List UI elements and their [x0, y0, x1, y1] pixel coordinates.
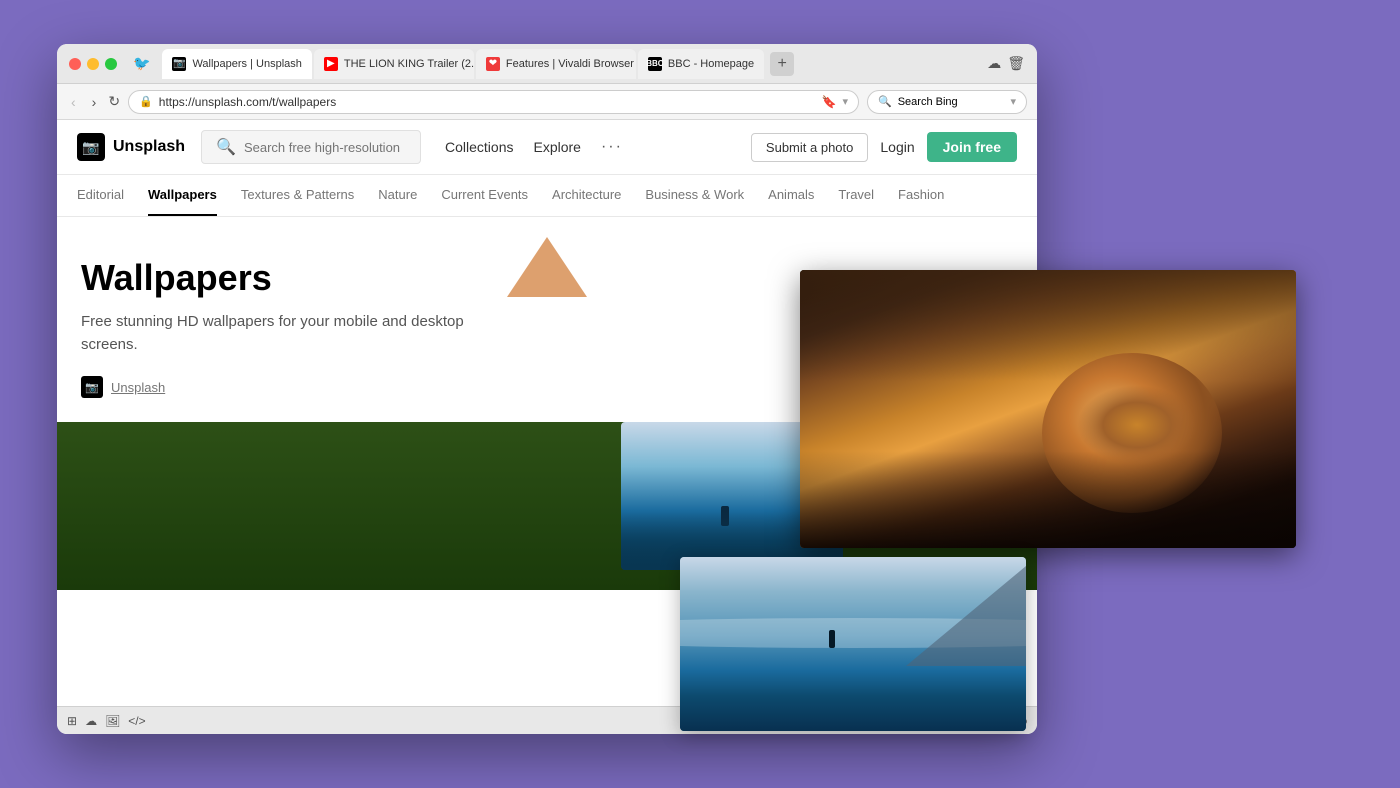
- search-icon: 🔍: [878, 95, 892, 108]
- image-icon[interactable]: 🖼: [105, 714, 120, 728]
- cat-current-events[interactable]: Current Events: [441, 175, 528, 216]
- header-search-input[interactable]: [244, 140, 404, 155]
- search-bar-label: Search Bing: [898, 96, 958, 108]
- tab-label-vivaldi: Features | Vivaldi Browser: [506, 58, 634, 70]
- tab-wallpapers[interactable]: 📷 Wallpapers | Unsplash: [162, 49, 311, 79]
- photo-mountain[interactable]: [311, 422, 613, 570]
- code-icon[interactable]: </>: [128, 714, 145, 728]
- nav-explore[interactable]: Explore: [534, 139, 581, 155]
- cat-fashion[interactable]: Fashion: [898, 175, 944, 216]
- join-free-button[interactable]: Join free: [927, 132, 1017, 162]
- address-bar: ‹ › ↻ 🔒 https://unsplash.com/t/wallpaper…: [57, 84, 1037, 120]
- twitter-icon: 🐦: [133, 55, 150, 72]
- close-button[interactable]: [69, 58, 81, 70]
- tab-favicon-bbc: BBC: [648, 57, 662, 71]
- header-search-box[interactable]: 🔍: [201, 130, 421, 164]
- tab-favicon-youtube: ▶: [324, 57, 338, 71]
- unsplash-logo[interactable]: 📷 Unsplash: [77, 133, 185, 161]
- title-bar: 🐦 📷 Wallpapers | Unsplash ▶ THE LION KIN…: [57, 44, 1037, 84]
- tabs-bar: 📷 Wallpapers | Unsplash ▶ THE LION KING …: [162, 49, 979, 79]
- tab-favicon-vivaldi: ❤: [486, 57, 500, 71]
- url-text: https://unsplash.com/t/wallpapers: [159, 95, 816, 109]
- tab-lion-king[interactable]: ▶ THE LION KING Trailer (2...: [314, 49, 474, 79]
- tab-bbc[interactable]: BBC BBC - Homepage: [638, 49, 764, 79]
- cat-travel[interactable]: Travel: [838, 175, 874, 216]
- logo-icon: 📷: [77, 133, 105, 161]
- logo-text: Unsplash: [113, 138, 185, 156]
- reload-button[interactable]: ↻: [108, 93, 120, 110]
- url-dropdown-icon[interactable]: ▾: [842, 95, 848, 108]
- unsplash-header: 📷 Unsplash 🔍 Collections Explore ··· Sub…: [57, 120, 1037, 175]
- search-bar[interactable]: 🔍 Search Bing ▾: [867, 90, 1027, 114]
- nav-collections[interactable]: Collections: [445, 139, 513, 155]
- video-overlay-lion-king[interactable]: [800, 270, 1296, 548]
- bookmark-icon[interactable]: 🔖: [822, 95, 837, 109]
- tab-label-wallpapers: Wallpapers | Unsplash: [192, 58, 301, 70]
- tab-label-lion: THE LION KING Trailer (2...: [344, 58, 474, 70]
- cloud-bottom-icon[interactable]: ☁: [85, 714, 97, 728]
- page-description: Free stunning HD wallpapers for your mob…: [81, 311, 521, 356]
- surf-photo-overlay[interactable]: [680, 557, 1026, 731]
- minimize-button[interactable]: [87, 58, 99, 70]
- tab-label-bbc: BBC - Homepage: [668, 58, 754, 70]
- category-nav: Editorial Wallpapers Textures & Patterns…: [57, 175, 1037, 217]
- url-bar[interactable]: 🔒 https://unsplash.com/t/wallpapers 🔖 ▾: [128, 90, 859, 114]
- trash-icon[interactable]: 🗑: [1007, 55, 1025, 72]
- curator-icon: 📷: [81, 376, 103, 398]
- submit-photo-button[interactable]: Submit a photo: [751, 133, 868, 162]
- cat-editorial[interactable]: Editorial: [77, 175, 124, 216]
- lock-icon: 🔒: [139, 95, 153, 108]
- nav-more[interactable]: ···: [601, 138, 623, 156]
- video-content: [800, 270, 1296, 548]
- header-actions: Submit a photo Login Join free: [751, 132, 1017, 162]
- cat-nature[interactable]: Nature: [378, 175, 417, 216]
- grid-icon[interactable]: ⊞: [67, 714, 77, 728]
- add-tab-button[interactable]: +: [770, 52, 794, 76]
- cat-business[interactable]: Business & Work: [645, 175, 744, 216]
- header-nav: Collections Explore ···: [445, 138, 623, 156]
- tab-favicon-unsplash: 📷: [172, 57, 186, 71]
- cat-wallpapers[interactable]: Wallpapers: [148, 175, 217, 216]
- cat-textures[interactable]: Textures & Patterns: [241, 175, 354, 216]
- traffic-lights: [69, 58, 117, 70]
- login-link[interactable]: Login: [880, 139, 914, 155]
- back-button[interactable]: ‹: [67, 92, 80, 112]
- tab-vivaldi[interactable]: ❤ Features | Vivaldi Browser: [476, 49, 636, 79]
- search-dropdown-icon[interactable]: ▾: [1010, 95, 1016, 108]
- cat-architecture[interactable]: Architecture: [552, 175, 621, 216]
- maximize-button[interactable]: [105, 58, 117, 70]
- forward-button[interactable]: ›: [88, 92, 101, 112]
- header-search-icon: 🔍: [216, 137, 236, 157]
- tab-actions: ☁ 🗑: [987, 55, 1025, 72]
- curator-link[interactable]: Unsplash: [111, 380, 165, 395]
- cloud-icon[interactable]: ☁: [987, 55, 1001, 72]
- cat-animals[interactable]: Animals: [768, 175, 814, 216]
